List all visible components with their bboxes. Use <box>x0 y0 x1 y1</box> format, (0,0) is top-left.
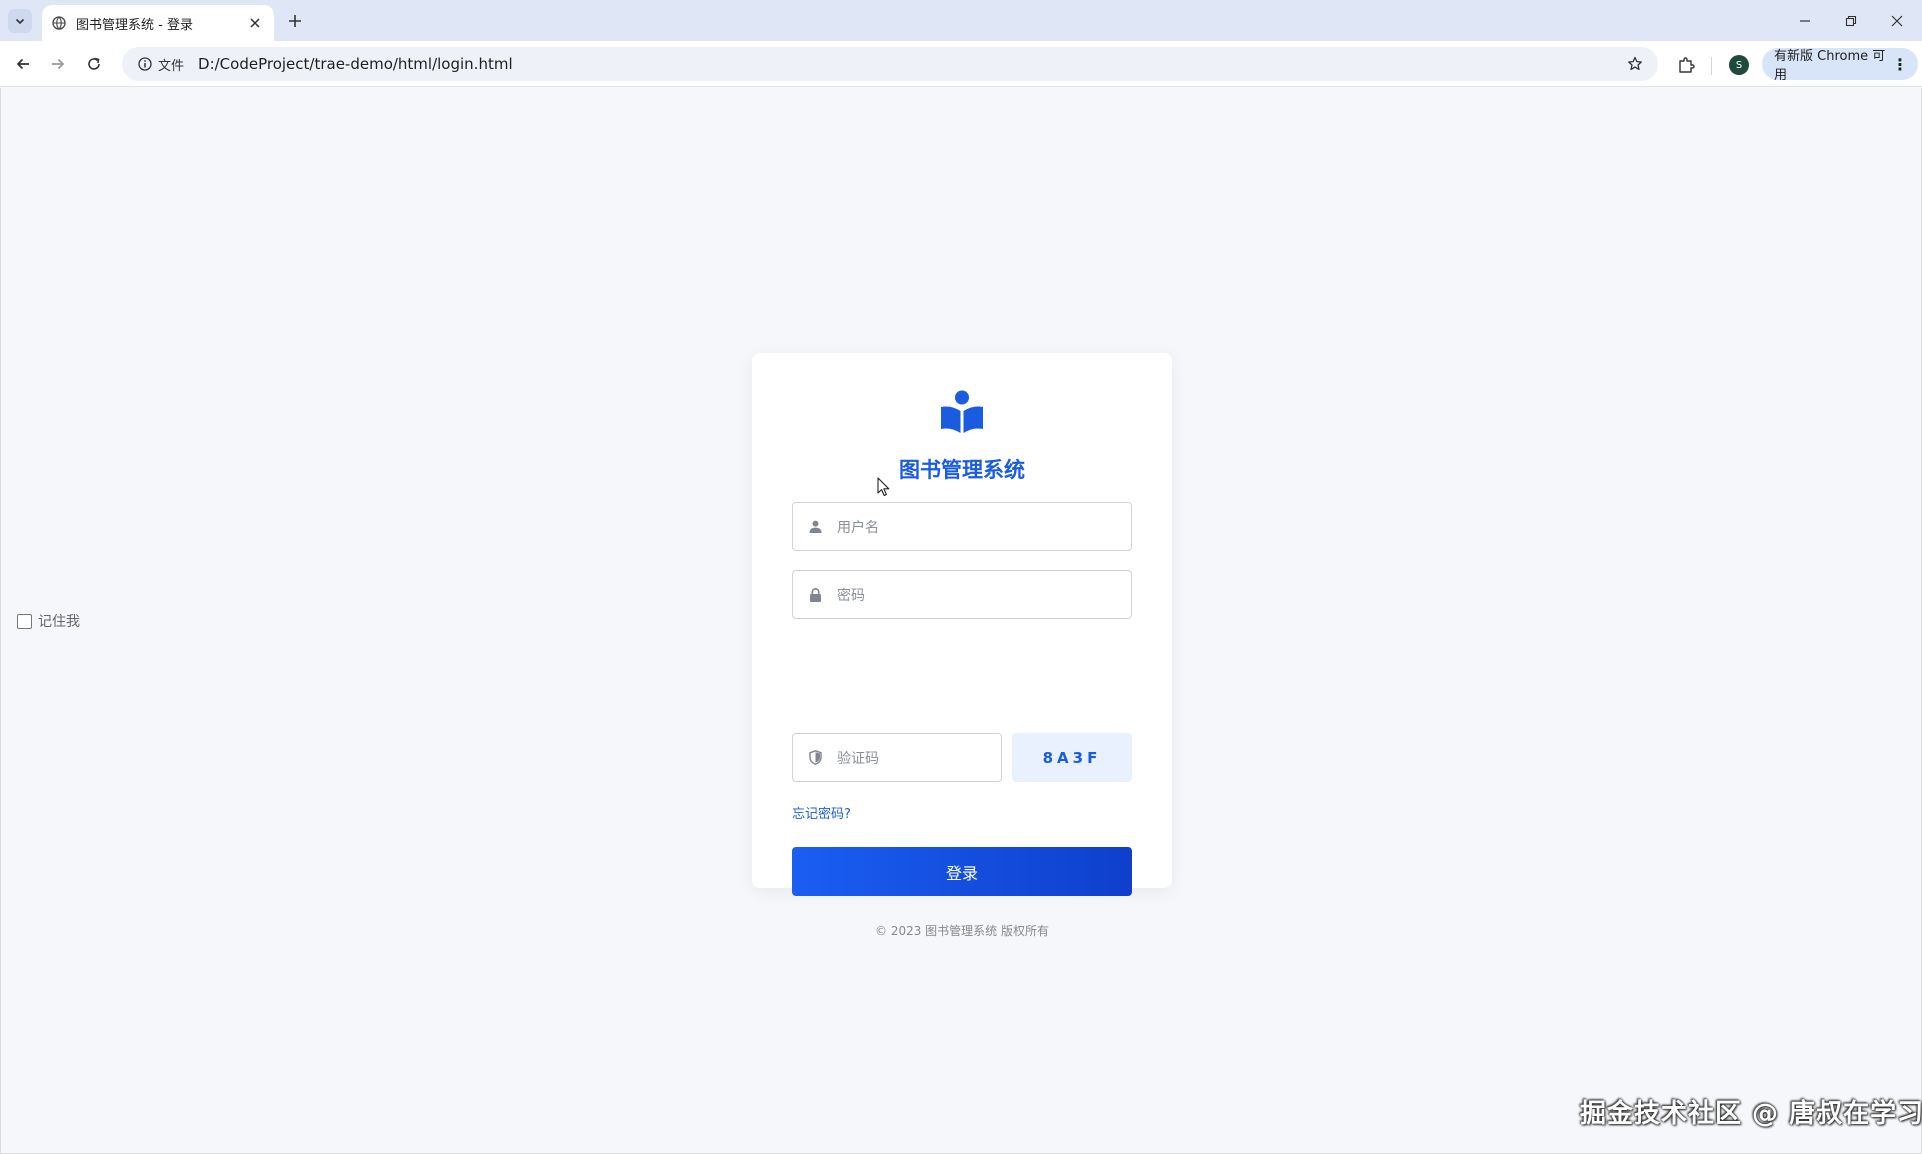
puzzle-icon <box>1679 57 1695 73</box>
reload-button[interactable] <box>80 50 108 78</box>
site-chip-label: 文件 <box>158 58 185 74</box>
site-info-button[interactable]: 文件 <box>130 51 192 77</box>
forward-button[interactable] <box>44 50 72 78</box>
remember-me-label: 记住我 <box>38 614 80 630</box>
checkbox-box[interactable] <box>17 613 32 629</box>
profile-avatar[interactable]: S <box>1729 55 1749 75</box>
mouse-cursor-icon <box>877 477 890 497</box>
remember-me-checkbox[interactable]: 记住我 <box>17 611 80 631</box>
password-placeholder: 密码 <box>837 587 865 604</box>
chevron-down-icon <box>15 18 25 25</box>
plus-icon <box>289 15 301 27</box>
page-viewport: 记住我 图书管理系统 用户名 密码 验证码 8A3F 忘记密码? 登录 © 20… <box>0 88 1922 1154</box>
extensions-button[interactable] <box>1672 51 1700 79</box>
update-label: 有新版 Chrome 可用 <box>1774 49 1886 83</box>
close-icon <box>1891 15 1903 27</box>
user-icon <box>793 520 837 533</box>
new-tab-button[interactable] <box>284 10 306 32</box>
close-window-button[interactable] <box>1874 6 1920 36</box>
address-bar[interactable]: 文件 D:/CodeProject/trae-demo/html/login.h… <box>122 47 1658 81</box>
login-card: 图书管理系统 用户名 密码 验证码 8A3F 忘记密码? 登录 © 2023 图… <box>752 353 1172 938</box>
minimize-button[interactable] <box>1782 6 1828 36</box>
reload-icon <box>88 57 100 70</box>
tab-search-button[interactable] <box>8 9 32 33</box>
username-placeholder: 用户名 <box>837 519 879 536</box>
book-reader-icon <box>941 390 983 433</box>
copyright-text: © 2023 图书管理系统 版权所有 <box>875 924 1049 938</box>
browser-toolbar: 文件 D:/CodeProject/trae-demo/html/login.h… <box>0 41 1922 87</box>
forgot-password-link[interactable]: 忘记密码? <box>792 803 851 822</box>
close-tab-button[interactable] <box>246 14 264 32</box>
url-text[interactable]: D:/CodeProject/trae-demo/html/login.html <box>198 55 1620 73</box>
username-field[interactable]: 用户名 <box>792 502 1132 551</box>
globe-icon <box>52 16 66 30</box>
password-field[interactable]: 密码 <box>792 570 1132 619</box>
captcha-placeholder: 验证码 <box>837 750 879 767</box>
captcha-code[interactable]: 8A3F <box>1012 733 1132 782</box>
more-options-icon: ⋮ <box>1892 54 1908 74</box>
star-icon <box>1628 56 1642 71</box>
close-icon <box>250 18 260 28</box>
active-tab[interactable]: 图书管理系统 - 登录 <box>42 5 274 41</box>
captcha-field[interactable]: 验证码 <box>792 733 1002 782</box>
shield-icon <box>793 750 837 765</box>
minimize-icon <box>1800 20 1810 22</box>
arrow-right-icon <box>52 58 65 70</box>
login-button[interactable]: 登录 <box>792 847 1132 896</box>
watermark: 掘金技术社区 @ 唐叔在学习 <box>1580 1099 1922 1129</box>
back-button[interactable] <box>9 50 37 78</box>
tab-title: 图书管理系统 - 登录 <box>76 17 193 33</box>
chrome-update-button[interactable]: 有新版 Chrome 可用 ⋮ <box>1762 48 1918 83</box>
restore-button[interactable] <box>1828 6 1874 36</box>
tab-strip: 图书管理系统 - 登录 <box>0 0 1922 41</box>
arrow-left-icon <box>16 58 29 70</box>
lock-icon <box>793 587 837 602</box>
info-icon <box>138 57 152 71</box>
restore-icon <box>1845 15 1857 27</box>
bookmark-button[interactable] <box>1620 56 1650 72</box>
system-title: 图书管理系统 <box>899 458 1025 482</box>
toolbar-separator <box>1711 57 1712 75</box>
